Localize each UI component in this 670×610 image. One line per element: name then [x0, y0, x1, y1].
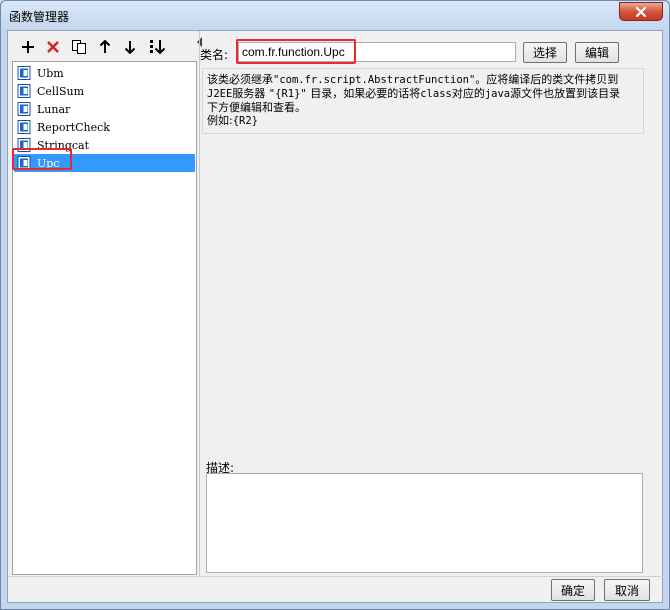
- hint-line-1: 该类必须继承"com.fr.script.AbstractFunction"。应…: [207, 73, 619, 86]
- function-manager-dialog: 函数管理器 Ubm CellSum Lunar ReportCheck Stri…: [0, 0, 670, 610]
- title-bar[interactable]: 函数管理器: [1, 1, 669, 29]
- select-button[interactable]: 选择: [523, 42, 567, 63]
- function-toolbar: [12, 35, 197, 59]
- list-item[interactable]: Lunar: [14, 100, 195, 118]
- function-file-icon: [17, 84, 31, 98]
- delete-button[interactable]: [44, 38, 62, 56]
- arrow-up-icon: [99, 40, 111, 53]
- class-name-highlight: [236, 39, 356, 64]
- list-item-label: ReportCheck: [37, 120, 110, 134]
- copy-icon: [72, 40, 86, 54]
- function-file-icon: [17, 66, 31, 80]
- class-hint-text: 该类必须继承"com.fr.script.AbstractFunction"。应…: [202, 68, 644, 134]
- close-icon: [635, 6, 647, 17]
- plus-icon: [22, 41, 34, 53]
- red-x-icon: [47, 41, 59, 53]
- ok-button[interactable]: 确定: [551, 579, 595, 601]
- cancel-button[interactable]: 取消: [604, 579, 650, 601]
- function-detail-panel: 类名: 选择 编辑 该类必须继承"com.fr.script.AbstractF…: [200, 35, 660, 575]
- edit-button[interactable]: 编辑: [575, 42, 619, 63]
- description-textarea[interactable]: [206, 473, 643, 573]
- selected-item-highlight: [12, 148, 72, 170]
- add-button[interactable]: [19, 38, 37, 56]
- list-item-label: Ubm: [37, 66, 64, 80]
- class-name-label: 类名:: [200, 48, 229, 62]
- copy-button[interactable]: [70, 38, 88, 56]
- window-title: 函数管理器: [9, 10, 70, 24]
- function-list[interactable]: Ubm CellSum Lunar ReportCheck Stringcat …: [12, 61, 197, 575]
- list-item-label: CellSum: [37, 84, 85, 98]
- list-item-label: Lunar: [37, 102, 71, 116]
- function-file-icon: [17, 102, 31, 116]
- hint-line-2: J2EE服务器 "{R1}" 目录，如果必要的话将class对应的java源文件…: [207, 87, 621, 100]
- function-list-panel: Ubm CellSum Lunar ReportCheck Stringcat …: [12, 35, 202, 575]
- list-item[interactable]: Ubm: [14, 64, 195, 82]
- list-item[interactable]: CellSum: [14, 82, 195, 100]
- move-down-button[interactable]: [121, 38, 139, 56]
- close-button[interactable]: [619, 2, 663, 21]
- move-up-button[interactable]: [96, 38, 114, 56]
- dialog-body: Ubm CellSum Lunar ReportCheck Stringcat …: [7, 30, 664, 603]
- function-file-icon: [17, 120, 31, 134]
- list-item[interactable]: ReportCheck: [14, 118, 195, 136]
- hint-line-3: 下方便编辑和查看。: [207, 101, 306, 114]
- hint-line-4: 例如:{R2}: [207, 114, 259, 127]
- footer-divider: [8, 576, 664, 577]
- sort-button[interactable]: [148, 38, 168, 56]
- arrow-down-icon: [124, 41, 136, 54]
- sort-down-icon: [150, 40, 166, 55]
